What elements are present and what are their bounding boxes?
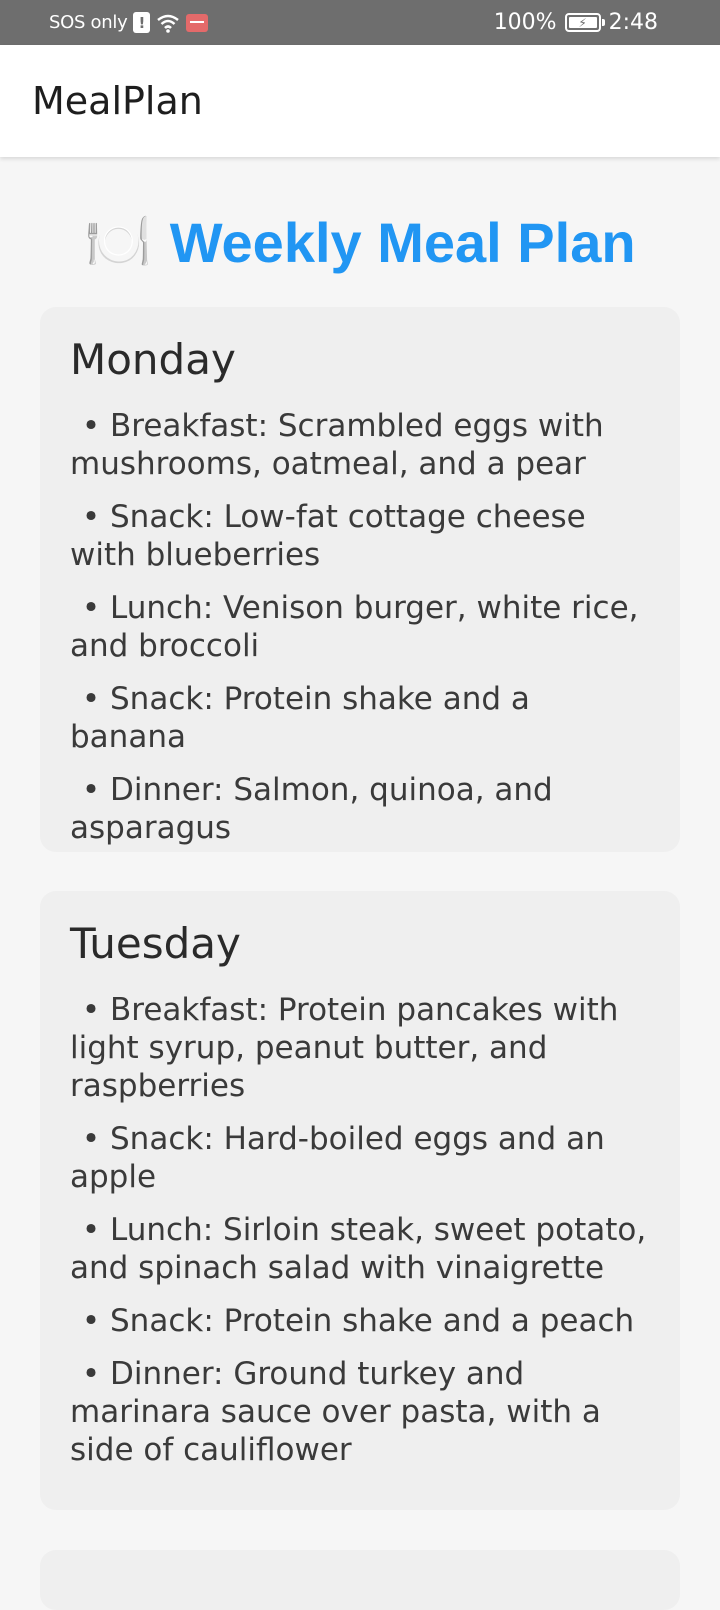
- wifi-icon: [157, 14, 180, 33]
- meal-item: • Dinner: Ground turkey and marinara sauc…: [70, 1356, 601, 1469]
- meal-item: • Snack: Low-fat cottage cheese with blue…: [70, 499, 586, 574]
- meal-item: • Breakfast: Scrambled eggs with mushroom…: [70, 408, 604, 483]
- bullet: •: [81, 681, 101, 718]
- meal-item: • Dinner: Salmon, quinoa, and asparagus: [70, 772, 553, 847]
- meal-item: • Snack: Hard-boiled eggs and an apple: [70, 1121, 605, 1196]
- bullet: •: [81, 1121, 101, 1158]
- notification-icon: [186, 13, 209, 32]
- alert-icon: !: [133, 12, 151, 33]
- battery-icon: ⚡: [564, 13, 605, 32]
- page-title-text: Weekly Meal Plan: [169, 210, 636, 274]
- bullet: •: [81, 590, 101, 627]
- day-card-monday: Monday • Breakfast: Scrambled eggs with m…: [40, 307, 680, 852]
- bullet: •: [81, 1212, 101, 1249]
- app-title: MealPlan: [32, 79, 203, 123]
- meal-item: • Lunch: Venison burger, white rice, and …: [70, 590, 639, 665]
- battery-percent: 100%: [493, 10, 557, 35]
- plate-cutlery-icon: 🍽️: [84, 210, 152, 273]
- meal-item: • Lunch: Sirloin steak, sweet potato, and…: [70, 1212, 647, 1287]
- main-content[interactable]: 🍽️ Weekly Meal Plan: [0, 157, 720, 277]
- app-bar: MealPlan: [0, 45, 720, 157]
- bullet: •: [81, 408, 101, 445]
- day-card-next: [40, 1550, 680, 1610]
- bullet: •: [81, 1356, 101, 1393]
- network-status: SOS only: [49, 12, 128, 33]
- day-card-tuesday: Tuesday • Breakfast: Protein pancakes wit…: [40, 891, 680, 1510]
- meal-item: • Breakfast: Protein pancakes with light …: [70, 992, 619, 1105]
- bullet: •: [81, 1303, 101, 1340]
- day-title: Tuesday: [70, 919, 241, 968]
- meal-item: • Snack: Protein shake and a peach: [70, 1302, 650, 1340]
- bullet: •: [81, 499, 101, 536]
- page-title: 🍽️ Weekly Meal Plan: [0, 207, 720, 277]
- bullet: •: [81, 992, 101, 1029]
- meal-item: • Snack: Protein shake and a banana: [70, 681, 530, 756]
- status-right: 100% ⚡ 2:48: [494, 10, 658, 35]
- clock: 2:48: [608, 10, 658, 35]
- status-left: SOS only !: [49, 12, 209, 33]
- status-bar: SOS only ! 100% ⚡ 2:48: [0, 0, 720, 45]
- day-title: Monday: [70, 335, 236, 384]
- bullet: •: [81, 772, 101, 809]
